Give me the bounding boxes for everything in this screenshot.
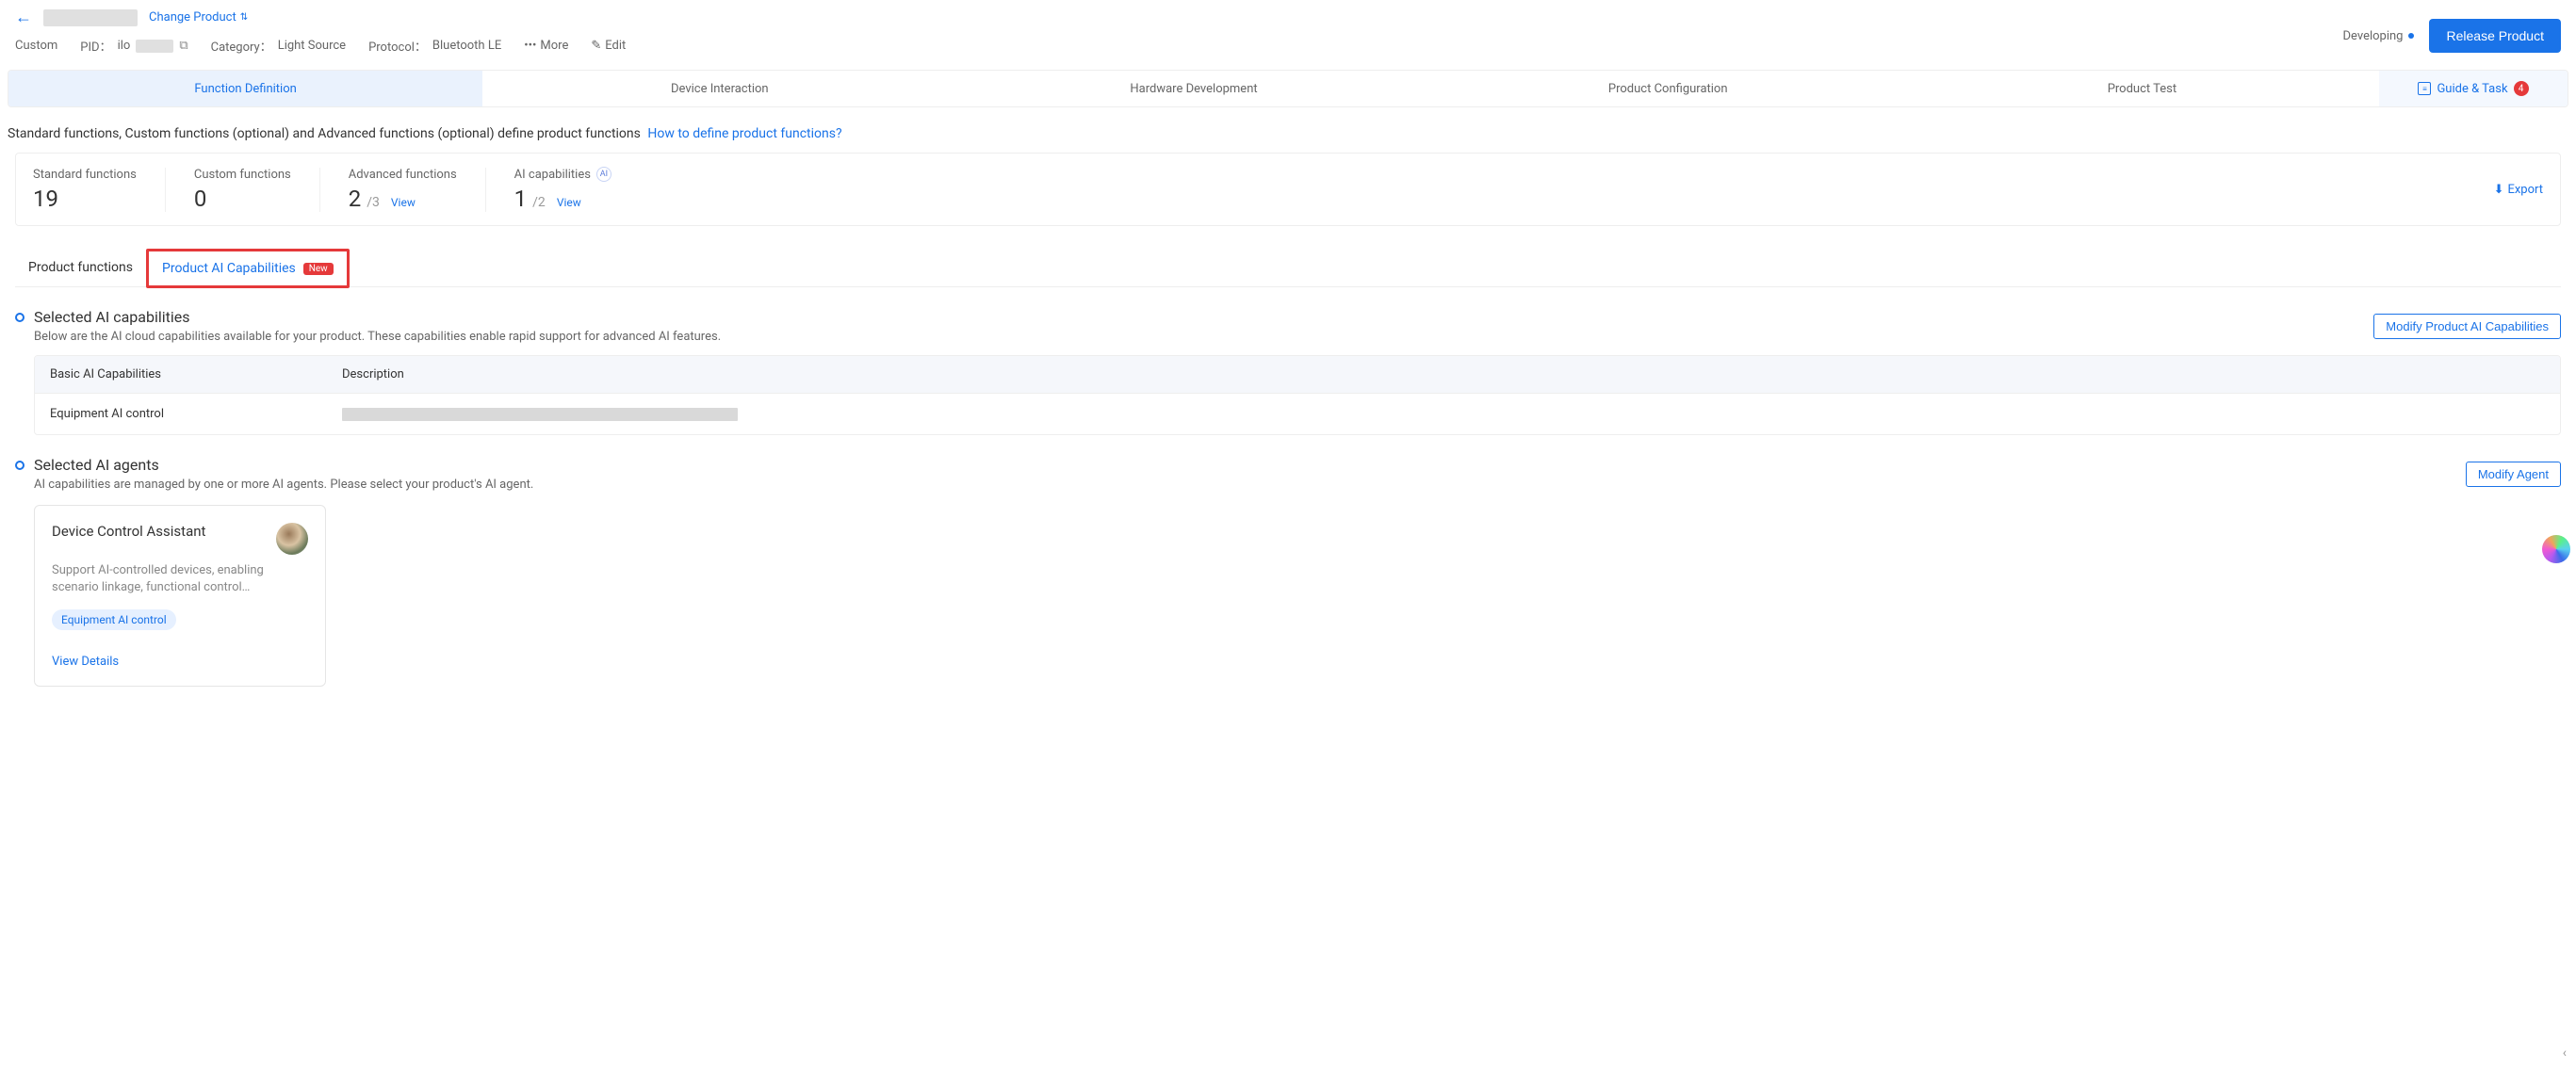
selected-agents-desc: AI capabilities are managed by one or mo… xyxy=(34,478,533,492)
protocol-value: Bluetooth LE xyxy=(432,39,501,53)
tab-function-definition[interactable]: Function Definition xyxy=(8,71,482,106)
sub-tabs: Product functions Product AI Capabilitie… xyxy=(15,249,2561,287)
status-label: Developing xyxy=(2343,29,2404,43)
stats-box: Standard functions 19 Custom functions 0… xyxy=(15,153,2561,226)
change-product-link[interactable]: Change Product ⇅ xyxy=(149,10,248,24)
category-meta: Category： Light Source xyxy=(211,37,346,55)
agent-avatar xyxy=(276,523,308,555)
stat-advanced-value: 2 xyxy=(349,186,362,212)
stat-standard-label: Standard functions xyxy=(33,168,137,182)
pid-value-redacted xyxy=(136,40,173,53)
agent-card-title: Device Control Assistant xyxy=(52,523,267,540)
stat-custom-value: 0 xyxy=(194,186,207,212)
stat-ai: AI capabilities AI 1 /2 View xyxy=(486,167,640,212)
floating-assistant-icon[interactable] xyxy=(2542,535,2570,563)
back-arrow-icon[interactable]: ← xyxy=(15,8,32,27)
sort-icon: ⇅ xyxy=(240,12,248,23)
agent-card-desc: Support AI-controlled devices, enabling … xyxy=(52,562,308,596)
ai-badge-icon: AI xyxy=(596,167,611,182)
tab-product-configuration[interactable]: Product Configuration xyxy=(1431,71,1905,106)
export-link[interactable]: ⬇ Export xyxy=(2494,183,2543,197)
col-description: Description xyxy=(342,367,2545,381)
protocol-label: Protocol： xyxy=(368,37,427,55)
category-label: Category： xyxy=(211,37,272,55)
function-definition-description: Standard functions, Custom functions (op… xyxy=(0,107,2576,153)
release-product-button[interactable]: Release Product xyxy=(2429,19,2561,53)
stat-ai-value: 1 xyxy=(514,186,528,212)
stat-standard: Standard functions 19 xyxy=(33,168,166,212)
table-header: Basic AI Capabilities Description xyxy=(35,356,2560,393)
section-marker-icon xyxy=(15,461,24,470)
stat-advanced-view-link[interactable]: View xyxy=(391,196,416,209)
status-developing: Developing xyxy=(2343,29,2415,43)
modify-capabilities-button[interactable]: Modify Product AI Capabilities xyxy=(2373,314,2561,339)
copy-icon[interactable]: ⧉ xyxy=(179,39,187,53)
stat-ai-label: AI capabilities xyxy=(514,168,591,182)
section-selected-capabilities: Selected AI capabilities Below are the A… xyxy=(15,308,2561,435)
stat-standard-value: 19 xyxy=(33,186,58,212)
agent-card-tag: Equipment AI control xyxy=(52,609,176,630)
status-dot-icon xyxy=(2408,33,2414,39)
table-row: Equipment AI control xyxy=(35,393,2560,434)
stat-advanced-label: Advanced functions xyxy=(349,168,457,182)
pid-prefix: ilo xyxy=(118,39,131,53)
row-description-redacted xyxy=(342,408,738,421)
guide-task-badge: 4 xyxy=(2514,81,2529,96)
edit-label: Edit xyxy=(605,39,626,53)
ellipsis-icon: ••• xyxy=(524,39,536,53)
capabilities-table: Basic AI Capabilities Description Equipm… xyxy=(34,355,2561,435)
desc-text: Standard functions, Custom functions (op… xyxy=(8,126,641,141)
agent-card[interactable]: Device Control Assistant Support AI-cont… xyxy=(34,505,326,687)
selected-agents-title: Selected AI agents xyxy=(34,456,533,474)
floating-caret-icon[interactable]: ‹ xyxy=(2563,1046,2567,1061)
section-marker-icon xyxy=(15,313,24,322)
more-label: More xyxy=(540,39,568,53)
selected-capabilities-title: Selected AI capabilities xyxy=(34,308,721,326)
agent-view-details-link[interactable]: View Details xyxy=(52,655,308,669)
stat-advanced: Advanced functions 2 /3 View xyxy=(320,168,486,212)
tab-product-ai-capabilities[interactable]: Product AI Capabilities New xyxy=(146,249,350,288)
section-selected-agents: Selected AI agents AI capabilities are m… xyxy=(15,456,2561,687)
custom-label: Custom xyxy=(15,39,57,53)
progress-tabs: Function Definition Device Interaction H… xyxy=(8,70,2568,107)
tab-device-interaction[interactable]: Device Interaction xyxy=(482,71,956,106)
row-capability-name: Equipment AI control xyxy=(50,407,342,421)
selected-capabilities-desc: Below are the AI cloud capabilities avai… xyxy=(34,330,721,344)
tab-product-test[interactable]: Product Test xyxy=(1905,71,2379,106)
stat-ai-view-link[interactable]: View xyxy=(557,196,581,209)
export-label: Export xyxy=(2507,183,2543,197)
stat-custom-label: Custom functions xyxy=(194,168,291,182)
pencil-icon: ✎ xyxy=(591,39,601,53)
protocol-meta: Protocol： Bluetooth LE xyxy=(368,37,501,55)
modify-agent-button[interactable]: Modify Agent xyxy=(2466,462,2561,487)
tab-product-functions[interactable]: Product functions xyxy=(15,251,146,284)
edit-button[interactable]: ✎ Edit xyxy=(591,39,626,53)
stat-custom: Custom functions 0 xyxy=(166,168,320,212)
change-product-label: Change Product xyxy=(149,10,236,24)
guide-icon: ≡ xyxy=(2418,82,2431,95)
category-value: Light Source xyxy=(278,39,346,53)
tab-guide-task[interactable]: ≡ Guide & Task 4 xyxy=(2379,71,2568,106)
pid-meta: PID： ilo ⧉ xyxy=(80,37,187,55)
more-button[interactable]: ••• More xyxy=(524,39,568,53)
pid-label: PID： xyxy=(80,37,111,55)
product-name-redacted xyxy=(43,9,138,26)
guide-task-label: Guide & Task xyxy=(2437,82,2507,96)
col-basic-capabilities: Basic AI Capabilities xyxy=(50,367,342,381)
tab-ai-capabilities-label: Product AI Capabilities xyxy=(162,261,296,276)
stat-ai-total: /2 xyxy=(532,195,546,210)
tab-hardware-development[interactable]: Hardware Development xyxy=(956,71,1430,106)
download-icon: ⬇ xyxy=(2494,183,2504,197)
how-to-define-link[interactable]: How to define product functions? xyxy=(647,126,841,141)
stat-advanced-total: /3 xyxy=(367,195,380,210)
new-badge: New xyxy=(303,263,334,275)
